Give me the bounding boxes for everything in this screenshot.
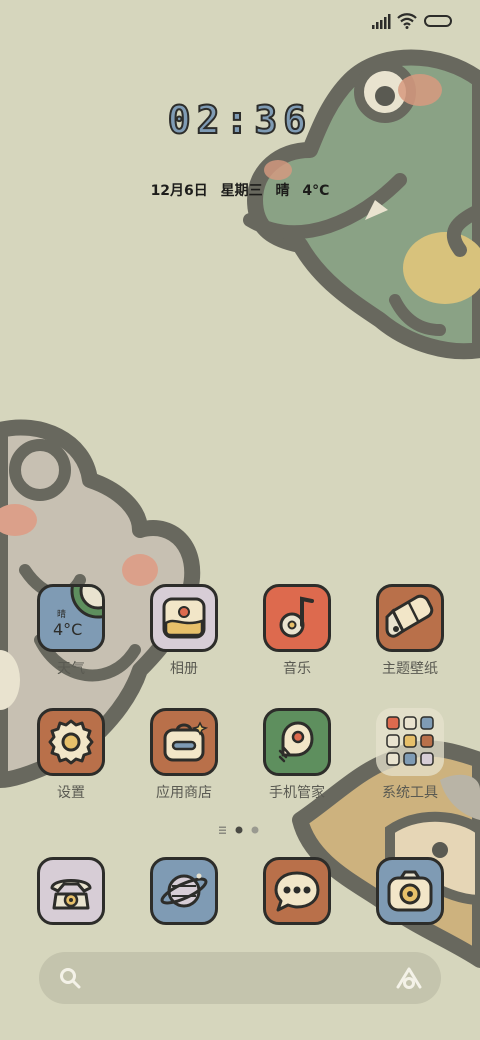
settings-gear-icon xyxy=(37,708,105,776)
app-label: 相册 xyxy=(170,661,198,677)
weather-widget-temp: 4°C xyxy=(53,620,83,639)
cat-illustration xyxy=(292,740,480,968)
temperature-text: 4°C xyxy=(302,183,330,199)
camera-icon xyxy=(376,857,444,925)
messages-icon xyxy=(263,857,331,925)
date-text: 12月6日 xyxy=(150,183,208,199)
page-indicator[interactable] xyxy=(0,824,480,836)
weather-icon: 晴 4°C xyxy=(37,584,105,652)
weekday-text: 星期三 xyxy=(220,183,263,199)
signal-icon xyxy=(372,14,391,29)
search-bar[interactable] xyxy=(39,952,441,1004)
app-label: 音乐 xyxy=(283,661,311,677)
app-label: 手机管家 xyxy=(269,785,325,801)
app-label: 主题壁纸 xyxy=(382,661,438,677)
app-label: 系统工具 xyxy=(382,785,438,801)
weather-widget-condition: 晴 xyxy=(57,610,67,620)
wifi-icon xyxy=(397,13,417,29)
weather-text: 晴 xyxy=(275,183,290,199)
phone-icon xyxy=(37,857,105,925)
music-icon xyxy=(263,584,331,652)
security-manager-icon xyxy=(263,708,331,776)
home-screen: 02:36 12月6日 星期三 晴 4°C 晴 4°C 天气 相册 音乐 主题壁… xyxy=(0,0,480,1040)
page-list-icon xyxy=(219,826,226,834)
browser-planet-icon xyxy=(150,857,218,925)
app-label: 应用商店 xyxy=(156,785,212,801)
page-dot xyxy=(251,826,259,834)
page-dot-active xyxy=(235,826,243,834)
folder-icon xyxy=(376,708,444,776)
assistant-icon[interactable] xyxy=(395,965,423,991)
status-bar xyxy=(0,0,480,44)
search-icon[interactable] xyxy=(59,967,81,989)
date-weather-line: 12月6日 星期三 晴 4°C xyxy=(0,180,480,200)
app-label: 天气 xyxy=(57,661,85,677)
gallery-icon xyxy=(150,584,218,652)
app-store-icon xyxy=(150,708,218,776)
clock-time: 02:36 xyxy=(167,97,313,143)
battery-icon xyxy=(424,15,452,27)
theme-brush-icon xyxy=(376,584,444,652)
app-label: 设置 xyxy=(57,785,85,801)
